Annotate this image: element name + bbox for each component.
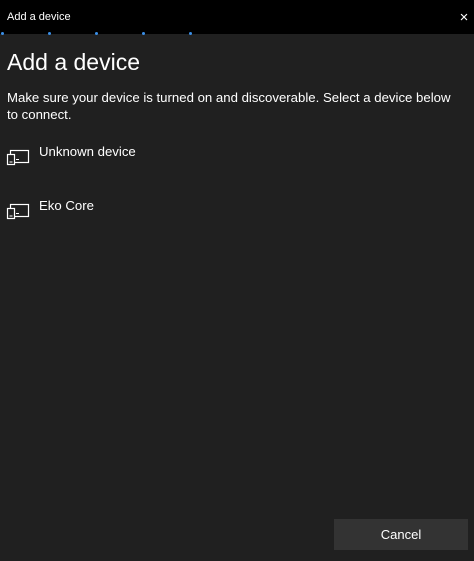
progress-dot <box>142 32 145 35</box>
progress-dot <box>95 32 98 35</box>
page-title: Add a device <box>7 49 140 75</box>
cancel-button[interactable]: Cancel <box>334 519 468 550</box>
progress-dot <box>189 32 192 35</box>
progress-dot <box>48 32 51 35</box>
window-title: Add a device <box>7 11 71 23</box>
progress-dot <box>1 32 4 35</box>
device-icon <box>6 149 30 166</box>
add-device-window: Add a device × Add a device Make sure yo… <box>0 0 474 561</box>
device-label: Unknown device <box>39 144 136 159</box>
device-item-unknown-device[interactable]: Unknown device <box>0 144 474 178</box>
title-bar: Add a device × <box>0 0 474 34</box>
close-icon: × <box>459 8 469 26</box>
searching-progress-indicator <box>0 32 474 35</box>
device-icon <box>6 203 30 220</box>
instructions-text: Make sure your device is turned on and d… <box>7 90 451 122</box>
device-label: Eko Core <box>39 198 94 213</box>
device-item-eko-core[interactable]: Eko Core <box>0 198 474 232</box>
close-button[interactable]: × <box>454 0 474 34</box>
